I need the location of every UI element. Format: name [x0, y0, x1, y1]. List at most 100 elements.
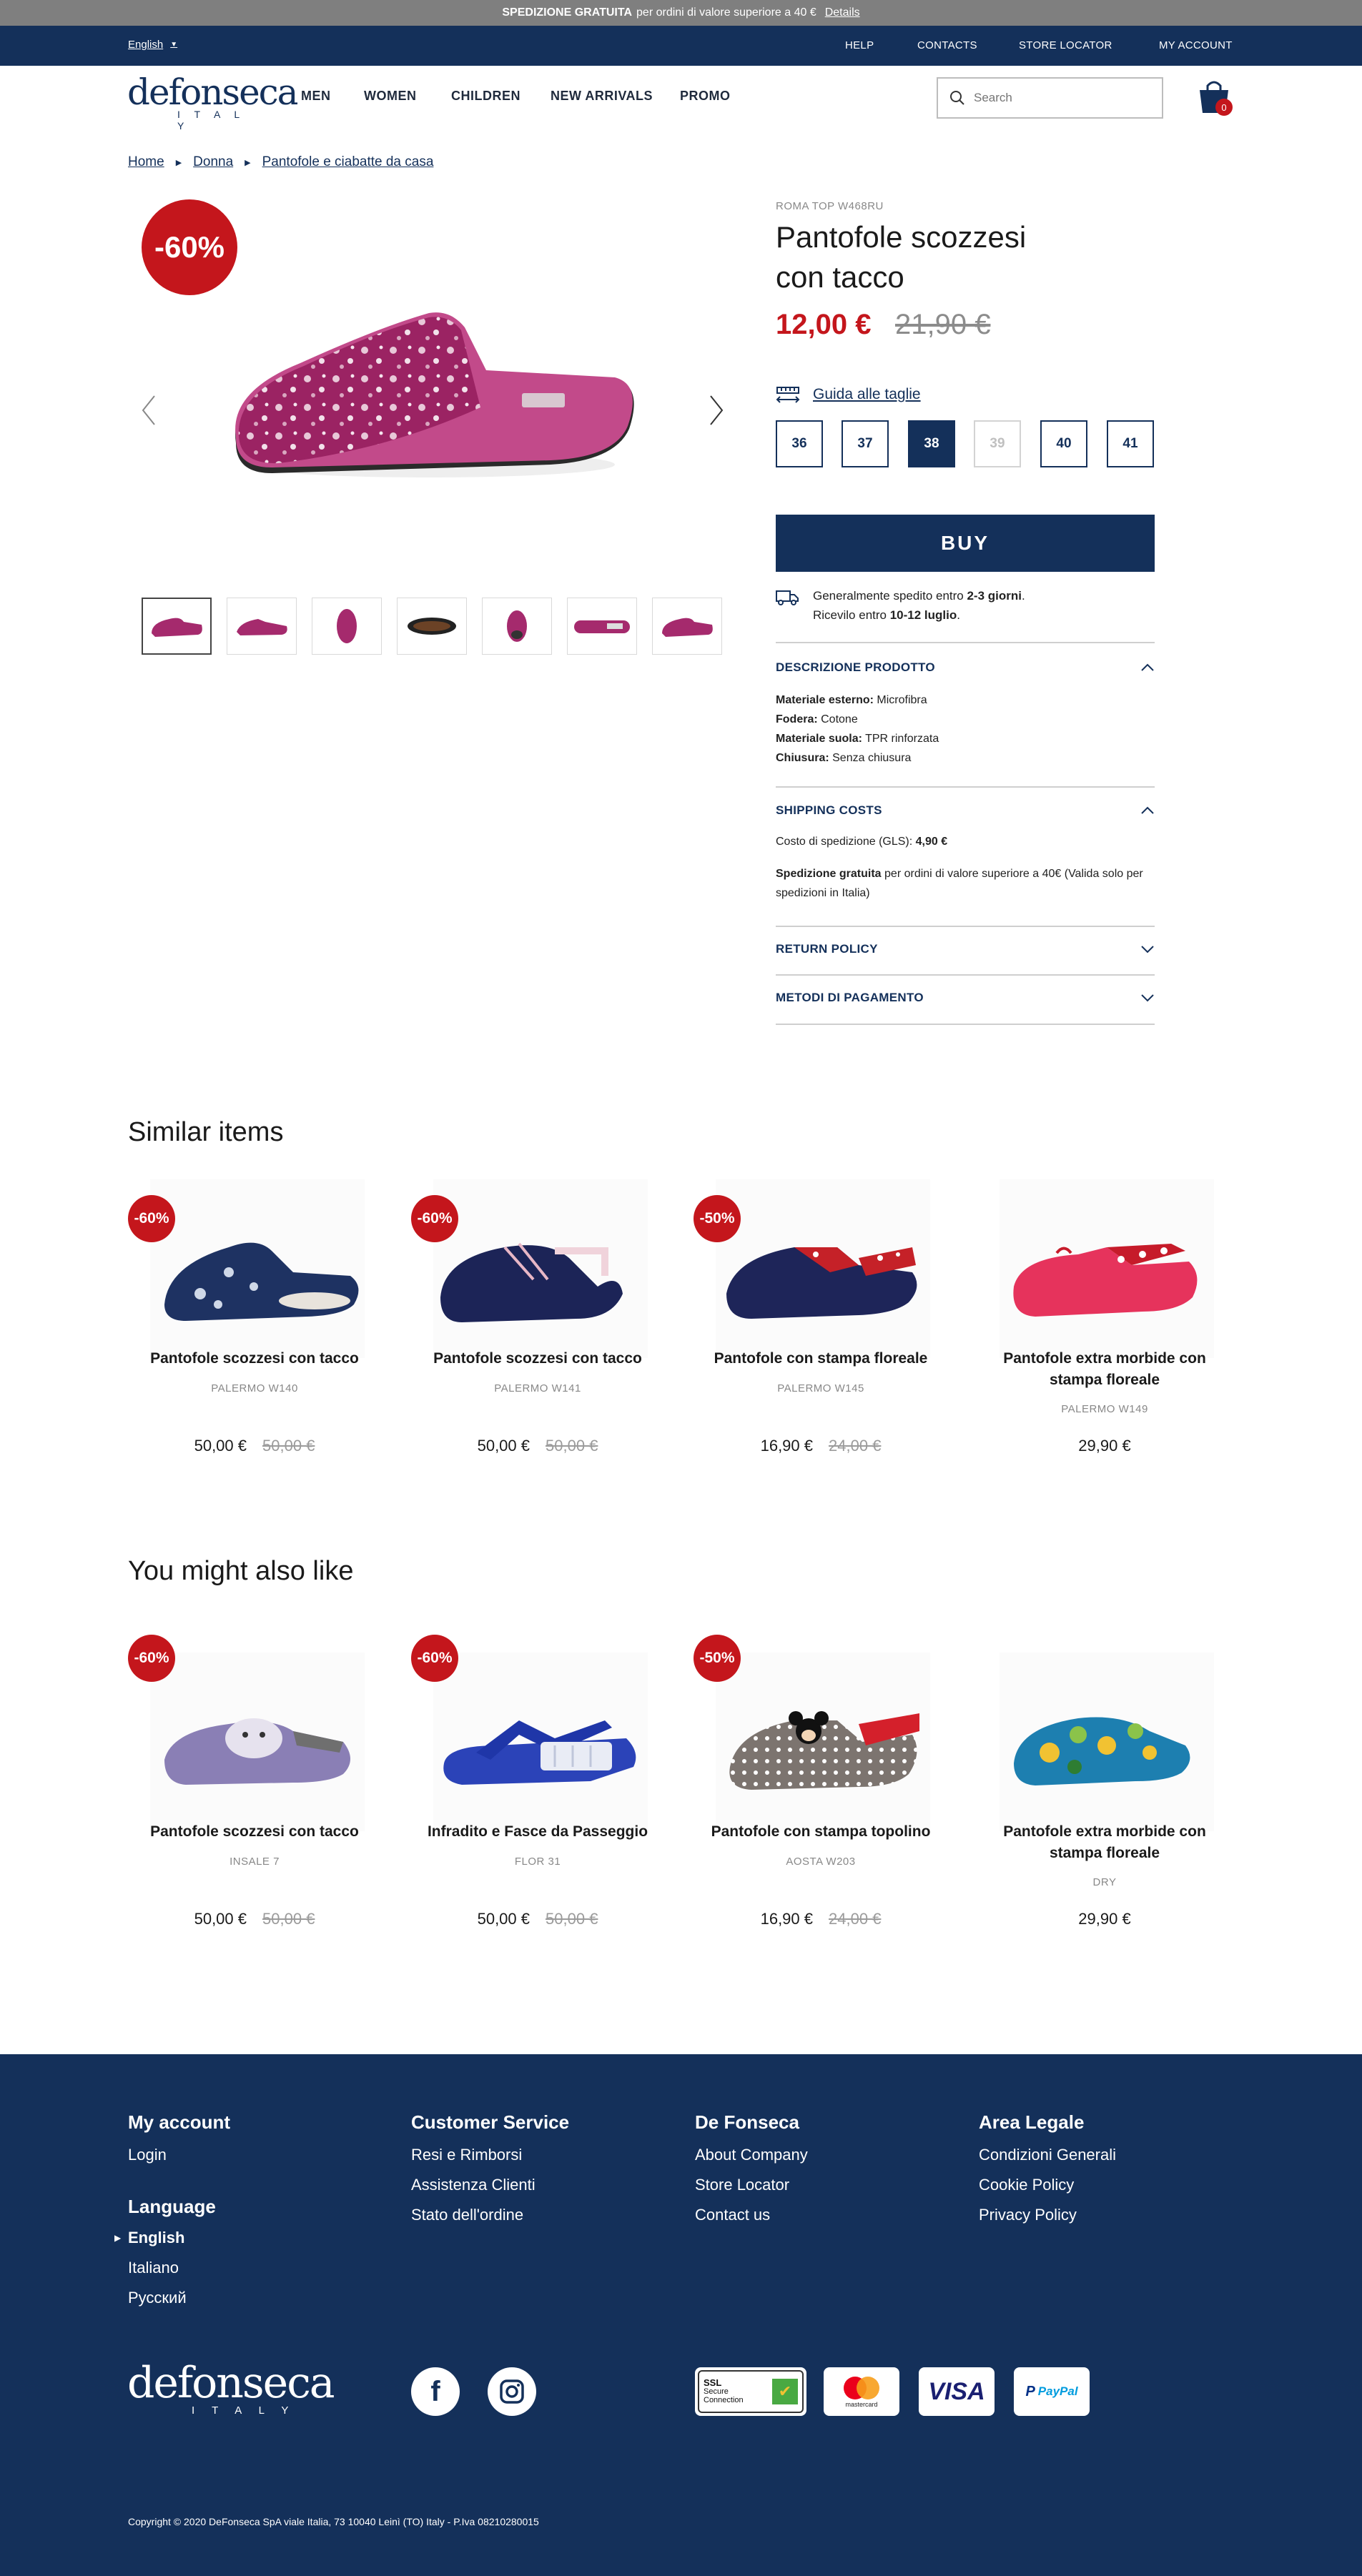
thumbnail-2[interactable]	[227, 598, 297, 655]
breadcrumb-category[interactable]: Pantofole e ciabatte da casa	[262, 154, 434, 170]
language-label: English	[128, 39, 164, 51]
chevron-right-icon[interactable]	[708, 393, 725, 427]
product-card-image[interactable]	[716, 1179, 930, 1358]
desc-value: Senza chiusura	[832, 752, 912, 764]
footer-assistenza-link[interactable]: Assistenza Clienti	[411, 2176, 536, 2194]
return-policy-accordion-header[interactable]: RETURN POLICY	[776, 942, 1155, 956]
footer-stato-ordine-link[interactable]: Stato dell'ordine	[411, 2206, 523, 2224]
nav-children[interactable]: CHILDREN	[451, 89, 520, 104]
card-price: 16,90 € 24,00 €	[692, 1910, 949, 1928]
breadcrumb-donna[interactable]: Donna	[193, 154, 233, 170]
promo-details-link[interactable]: Details	[825, 6, 860, 19]
size-37[interactable]: 37	[842, 420, 889, 467]
thumbnail-1[interactable]	[142, 598, 212, 655]
card-price-current: 16,90 €	[760, 1910, 813, 1928]
nav-men[interactable]: MEN	[301, 89, 331, 104]
nav-promo[interactable]: PROMO	[680, 89, 731, 104]
shipping-line2-text: Ricevilo entro	[813, 608, 890, 622]
card-product-name[interactable]: Pantofole con stampa floreale	[692, 1348, 949, 1369]
product-card-image[interactable]	[433, 1653, 648, 1831]
footer-condizioni-link[interactable]: Condizioni Generali	[979, 2146, 1116, 2164]
size-guide-label: Guida alle taglie	[813, 386, 921, 402]
payment-methods-accordion-header[interactable]: METODI DI PAGAMENTO	[776, 991, 1155, 1005]
logo-wordmark: defonseca	[127, 71, 298, 113]
desc-label: Materiale esterno:	[776, 694, 874, 706]
size-guide-link[interactable]: Guida alle taglie	[776, 385, 921, 405]
visa-label: VISA	[928, 2377, 985, 2405]
product-card-image[interactable]	[1000, 1179, 1214, 1358]
divider	[776, 974, 1155, 976]
chevron-down-icon	[1141, 946, 1154, 953]
thumbnail-5[interactable]	[482, 598, 552, 655]
footer-about-link[interactable]: About Company	[695, 2146, 808, 2164]
desc-row: Fodera: Cotone	[776, 710, 1155, 729]
footer-language-italiano[interactable]: Italiano	[128, 2259, 179, 2277]
card-price-old: 24,00 €	[829, 1910, 882, 1928]
size-38[interactable]: 38	[908, 420, 955, 467]
card-product-name[interactable]: Pantofole scozzesi con tacco	[409, 1348, 666, 1369]
free-shipping-bold: Spedizione gratuita	[776, 868, 882, 880]
contacts-link[interactable]: CONTACTS	[917, 39, 977, 51]
size-40[interactable]: 40	[1040, 420, 1087, 467]
desc-row: Materiale esterno: Microfibra	[776, 690, 1155, 710]
search-input[interactable]	[974, 91, 1145, 105]
nav-new-arrivals[interactable]: NEW ARRIVALS	[551, 89, 653, 104]
instagram-icon[interactable]	[488, 2367, 536, 2416]
divider	[776, 926, 1155, 927]
product-card-image[interactable]	[150, 1179, 365, 1358]
card-product-name[interactable]: Pantofole extra morbide con stampa flore…	[976, 1821, 1233, 1864]
footer-privacy-link[interactable]: Privacy Policy	[979, 2206, 1077, 2224]
footer-customer-service-title: Customer Service	[411, 2111, 570, 2133]
size-41[interactable]: 41	[1107, 420, 1154, 467]
product-card-image[interactable]	[150, 1653, 365, 1831]
card-product-name[interactable]: Infradito e Fasce da Passeggio	[409, 1821, 666, 1843]
promo-text: per ordini di valore superiore a 40 €	[636, 6, 816, 19]
chevron-down-icon	[1141, 994, 1154, 1002]
footer-resi-link[interactable]: Resi e Rimborsi	[411, 2146, 522, 2164]
product-card-image[interactable]	[716, 1653, 930, 1831]
thumbnail-3[interactable]	[312, 598, 382, 655]
my-account-link[interactable]: MY ACCOUNT	[1159, 39, 1233, 51]
ssl-line3: Connection	[704, 2396, 744, 2404]
footer-cookie-link[interactable]: Cookie Policy	[979, 2176, 1074, 2194]
card-product-name[interactable]: Pantofole scozzesi con tacco	[126, 1348, 383, 1369]
facebook-icon[interactable]: f	[411, 2367, 460, 2416]
card-product-name[interactable]: Pantofole con stampa topolino	[692, 1821, 949, 1843]
logo[interactable]: defonseca I T A L Y	[127, 71, 298, 132]
search-box[interactable]	[937, 77, 1163, 119]
help-link[interactable]: HELP	[845, 39, 874, 51]
shipping-costs-accordion-header[interactable]: SHIPPING COSTS	[776, 803, 1155, 818]
description-accordion-header[interactable]: DESCRIZIONE PRODOTTO	[776, 660, 1155, 675]
payment-methods-title: METODI DI PAGAMENTO	[776, 991, 924, 1004]
ruler-icon	[776, 387, 800, 403]
footer-my-account-title: My account	[128, 2111, 231, 2133]
product-card-image[interactable]	[433, 1179, 648, 1358]
shipping-costs-body: Costo di spedizione (GLS): 4,90 € Spediz…	[776, 832, 1155, 903]
card-product-code: PALERMO W141	[494, 1382, 581, 1394]
card-product-code: INSALE 7	[230, 1856, 280, 1868]
buy-button[interactable]: BUY	[776, 515, 1155, 572]
footer-logo[interactable]: defonseca I T A L Y	[127, 2362, 335, 2417]
desc-row: Materiale suola: TPR rinforzata	[776, 729, 1155, 748]
language-selector[interactable]: English ▼	[128, 39, 177, 51]
footer-store-locator-link[interactable]: Store Locator	[695, 2176, 789, 2194]
thumbnail-7[interactable]	[652, 598, 722, 655]
card-price-current: 50,00 €	[194, 1910, 247, 1928]
footer-contact-link[interactable]: Contact us	[695, 2206, 770, 2224]
product-card-image[interactable]	[1000, 1653, 1214, 1831]
card-product-name[interactable]: Pantofole extra morbide con stampa flore…	[976, 1348, 1233, 1391]
card-product-name[interactable]: Pantofole scozzesi con tacco	[126, 1821, 383, 1843]
breadcrumb: Home ▶ Donna ▶ Pantofole e ciabatte da c…	[128, 154, 433, 170]
breadcrumb-home[interactable]: Home	[128, 154, 164, 170]
size-36[interactable]: 36	[776, 420, 823, 467]
desc-row: Chiusura: Senza chiusura	[776, 748, 1155, 768]
store-locator-link[interactable]: STORE LOCATOR	[1019, 39, 1112, 51]
nav-women[interactable]: WOMEN	[364, 89, 417, 104]
footer-language-russian[interactable]: Русский	[128, 2289, 187, 2307]
thumbnail-4[interactable]	[397, 598, 467, 655]
cart-count-badge: 0	[1215, 99, 1233, 116]
chevron-left-icon[interactable]	[140, 393, 157, 427]
footer-login-link[interactable]: Login	[128, 2146, 167, 2164]
footer-language-english[interactable]: English	[128, 2229, 184, 2247]
thumbnail-6[interactable]	[567, 598, 637, 655]
